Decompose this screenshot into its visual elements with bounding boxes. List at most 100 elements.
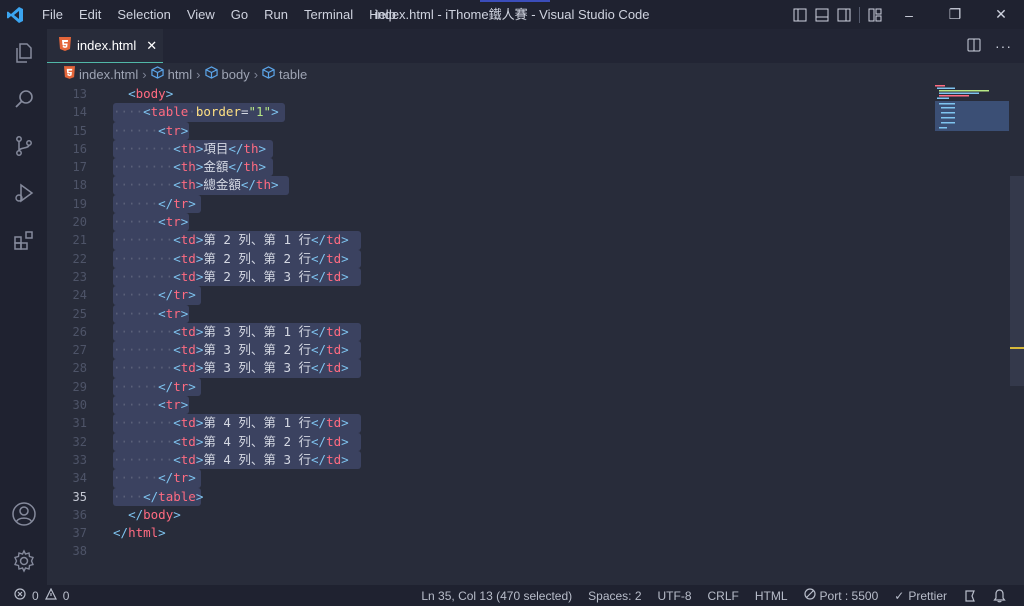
title-accent-line	[480, 0, 550, 2]
breadcrumb-table[interactable]: table	[262, 66, 307, 82]
line-number: 19	[72, 196, 87, 211]
line-number: 38	[72, 544, 87, 559]
title-bar: File Edit Selection View Go Run Terminal…	[0, 0, 1024, 29]
line-number: 23	[72, 269, 87, 284]
td-r3c1-text: 第 3 列、第 1 行	[203, 323, 311, 339]
code-line-16: ········<th>項目</th>	[113, 139, 349, 159]
breadcrumb-file[interactable]: index.html	[64, 66, 138, 82]
th-total-text: 總金額	[203, 177, 241, 193]
notifications-bell-icon[interactable]	[985, 588, 1014, 603]
code-line-35: ····</table>	[113, 487, 349, 506]
settings-gear-icon[interactable]	[0, 537, 47, 585]
line-number: 15	[72, 123, 87, 138]
explorer-icon[interactable]	[0, 29, 47, 77]
symbol-field-icon	[204, 66, 218, 82]
line-number: 22	[72, 251, 87, 266]
line-number: 13	[72, 87, 87, 101]
symbol-field-icon	[262, 66, 275, 82]
prettier-status[interactable]: ✓ Prettier	[886, 589, 955, 603]
extensions-icon[interactable]	[0, 216, 47, 264]
toggle-sidebar-icon[interactable]	[789, 0, 811, 29]
language-mode[interactable]: HTML	[747, 589, 796, 603]
menu-edit[interactable]: Edit	[71, 0, 109, 29]
minimap[interactable]	[935, 85, 1011, 155]
menu-view[interactable]: View	[179, 0, 223, 29]
error-count: 0	[32, 588, 39, 603]
code-line-31: ········<td>第 4 列、第 1 行</td>	[113, 414, 361, 433]
search-icon[interactable]	[0, 75, 47, 123]
td-r4c1-text: 第 4 列、第 1 行	[203, 415, 311, 431]
restore-icon[interactable]: ❐	[932, 0, 978, 29]
menu-selection[interactable]: Selection	[109, 0, 178, 29]
breadcrumb-body[interactable]: body	[204, 66, 250, 82]
breadcrumb-html[interactable]: html	[150, 66, 193, 82]
code-line-33: ········<td>第 4 列、第 3 行</td>	[113, 450, 361, 470]
symbol-field-icon	[150, 66, 164, 82]
code-line-26: ········<td>第 3 列、第 1 行</td>	[113, 322, 361, 342]
cursor-position[interactable]: Ln 35, Col 13 (470 selected)	[413, 589, 580, 603]
code-line-20: ······<tr>	[113, 213, 349, 232]
warning-icon	[44, 587, 57, 603]
html5-file-icon	[64, 66, 75, 82]
run-debug-icon[interactable]	[0, 169, 47, 217]
menu-file[interactable]: File	[34, 0, 71, 29]
warning-count: 0	[62, 588, 70, 603]
tab-index-html[interactable]: index.html ✕	[47, 29, 163, 63]
code-editor[interactable]: 13 14 15 16 17 18 19 20 21 22 23 24 25 2…	[47, 85, 1024, 585]
source-control-icon[interactable]	[0, 122, 47, 170]
split-editor-icon[interactable]	[967, 38, 981, 55]
td-r3c3-text: 第 3 列、第 3 行	[203, 360, 311, 376]
tab-label: index.html	[77, 38, 137, 53]
problems-indicator[interactable]: 0 0	[0, 587, 70, 603]
th-amount-text: 金額	[203, 159, 229, 175]
code-lines: <body> ····<table·border="1"> ······<tr>…	[113, 85, 361, 561]
toggle-panel-icon[interactable]	[811, 0, 833, 29]
status-bar: 0 0 Ln 35, Col 13 (470 selected) Spaces:…	[0, 585, 1024, 606]
accounts-icon[interactable]	[0, 490, 47, 538]
customize-layout-icon[interactable]	[864, 0, 886, 29]
line-number: 18	[72, 178, 87, 193]
end-of-line[interactable]: CRLF	[700, 589, 747, 603]
activity-bar	[0, 29, 47, 585]
line-number-gutter: 13 14 15 16 17 18 19 20 21 22 23 24 25 2…	[47, 85, 109, 561]
chevron-right-icon: ›	[253, 66, 259, 82]
code-line-30: ······<tr>	[113, 396, 349, 415]
td-r3c2-text: 第 3 列、第 2 行	[203, 342, 311, 358]
th-item-text: 項目	[203, 140, 229, 156]
line-number: 34	[72, 471, 87, 486]
menu-bar: File Edit Selection View Go Run Terminal…	[34, 0, 404, 29]
title-controls-divider	[859, 6, 860, 23]
code-line-27: ········<td>第 3 列、第 2 行</td>	[113, 341, 361, 360]
td-r4c3-text: 第 4 列、第 3 行	[203, 451, 311, 467]
toggle-secondary-sidebar-icon[interactable]	[833, 0, 855, 29]
minimize-icon[interactable]: –	[886, 0, 932, 29]
line-number: 16	[72, 141, 87, 156]
breadcrumb-table-label: table	[279, 66, 308, 82]
line-number: 30	[72, 398, 87, 413]
close-window-icon[interactable]: ✕	[978, 0, 1024, 29]
menu-go[interactable]: Go	[223, 0, 256, 29]
line-number: 33	[72, 452, 87, 467]
line-number: 26	[72, 324, 87, 339]
live-server-port[interactable]: Port : 5500	[796, 588, 887, 603]
more-actions-icon[interactable]: ···	[995, 38, 1012, 54]
tab-close-icon[interactable]: ✕	[146, 38, 157, 54]
td-r2c2-text: 第 2 列、第 2 行	[203, 250, 311, 266]
line-number: 32	[72, 434, 87, 449]
menu-help[interactable]: Help	[361, 0, 404, 29]
encoding[interactable]: UTF-8	[650, 589, 700, 603]
code-line-36: </body>	[128, 506, 181, 522]
code-line-34: ······</tr>	[113, 469, 349, 488]
line-number: 27	[72, 343, 87, 358]
code-line-17: ········<th>金額</th>	[113, 158, 349, 177]
breadcrumb-html-label: html	[167, 66, 193, 82]
menu-run[interactable]: Run	[256, 0, 296, 29]
vertical-scrollbar[interactable]	[1010, 176, 1024, 386]
chevron-right-icon: ›	[142, 66, 147, 82]
indentation[interactable]: Spaces: 2	[580, 589, 649, 603]
code-line-22: ········<td>第 2 列、第 2 行</td>	[113, 249, 361, 268]
feedback-icon[interactable]	[955, 589, 985, 603]
code-line-18: ········<th>總金額</th>	[113, 176, 349, 195]
editor-actions: ···	[967, 29, 1012, 63]
menu-terminal[interactable]: Terminal	[296, 0, 361, 29]
